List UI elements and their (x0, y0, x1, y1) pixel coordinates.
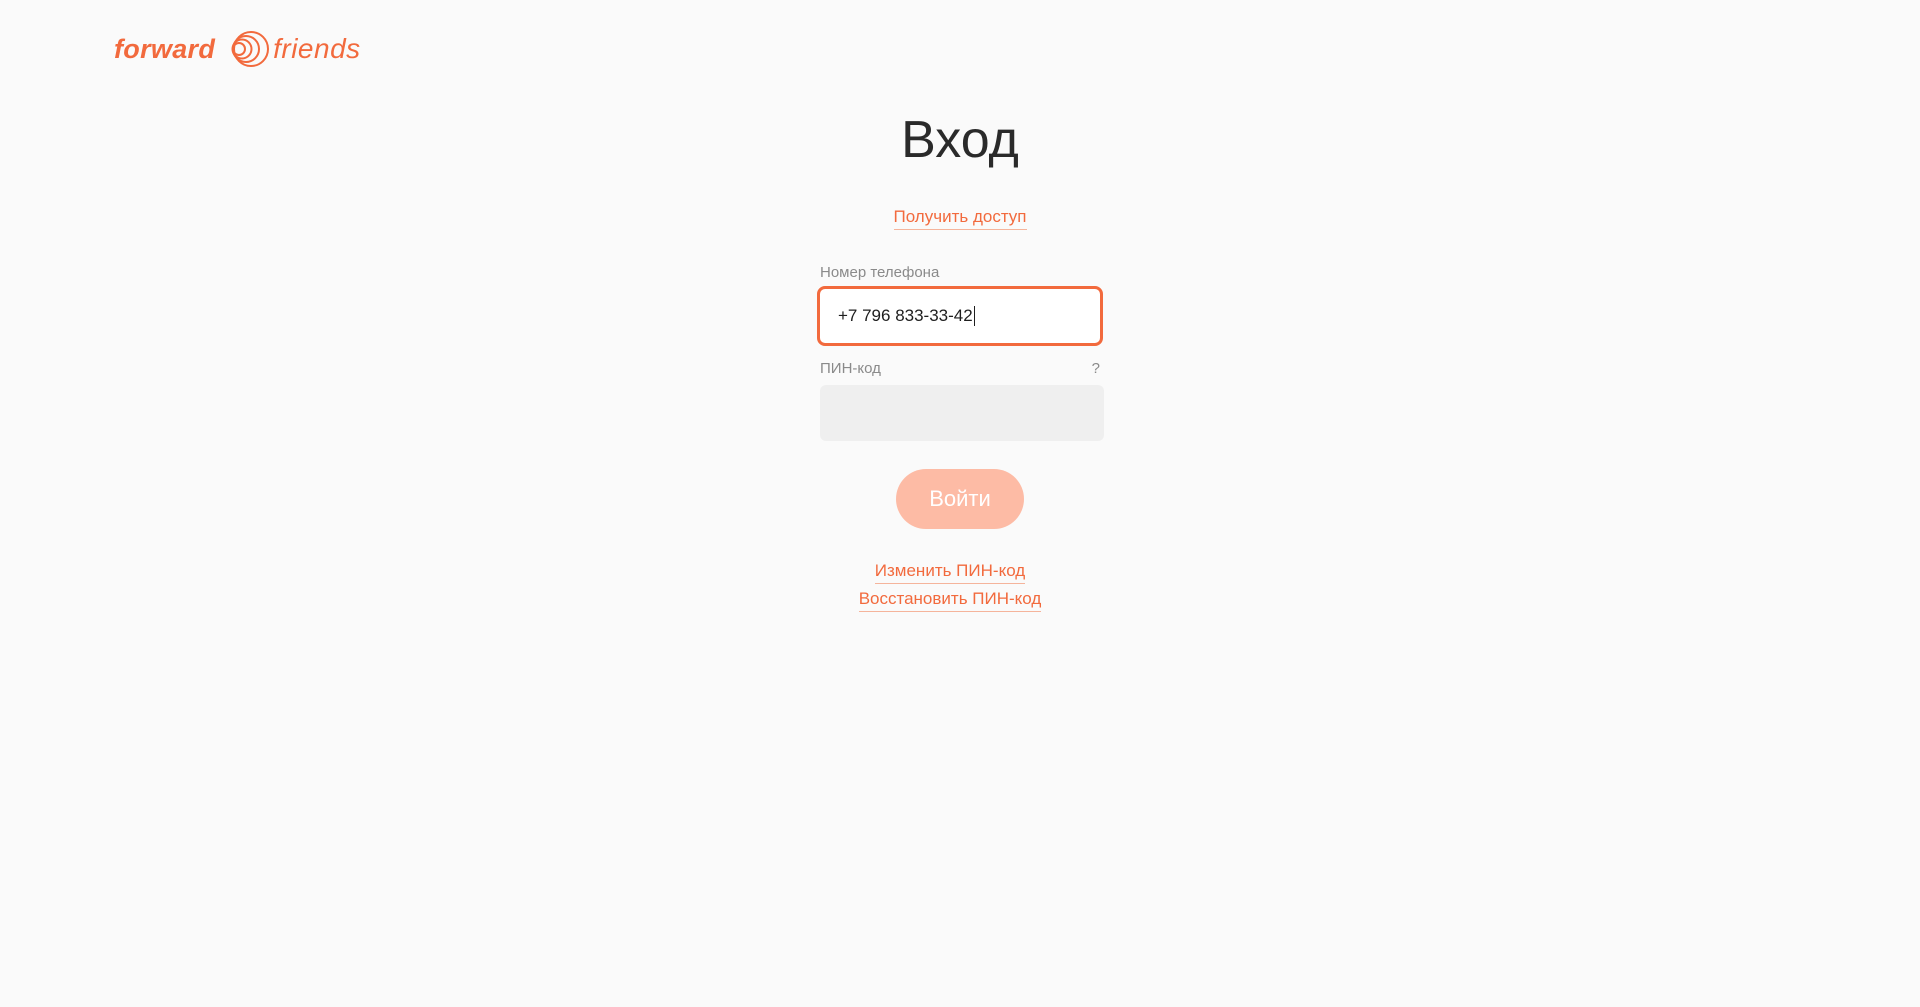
concentric-circles-logo-icon (231, 31, 270, 67)
change-pin-link[interactable]: Изменить ПИН-код (874, 560, 1026, 584)
pin-label: ПИН-код (820, 360, 881, 377)
login-submit-button[interactable]: Войти (896, 469, 1024, 529)
page-title: Вход (901, 111, 1019, 169)
text-caret (973, 306, 975, 326)
restore-pin-link[interactable]: Восстановить ПИН-код (858, 588, 1042, 612)
logo-word-friends: friends (273, 33, 361, 64)
get-access-link[interactable]: Получить доступ (893, 206, 1027, 230)
logo-word-forward: forward (114, 33, 216, 64)
login-page: forward friends Вход Получить доступ Ном… (0, 0, 1920, 1007)
phone-input-value: +7 796 833-33-42 (838, 306, 973, 325)
phone-label: Номер телефона (820, 264, 940, 281)
pin-help-button[interactable]: ? (1092, 360, 1100, 377)
phone-input[interactable]: +7 796 833-33-42 (817, 286, 1103, 346)
brand-logo[interactable]: forward friends (114, 27, 361, 71)
pin-links: Изменить ПИН-код Восстановить ПИН-код (810, 560, 1090, 616)
pin-input[interactable] (820, 385, 1104, 441)
get-access-container: Получить доступ (820, 206, 1100, 230)
